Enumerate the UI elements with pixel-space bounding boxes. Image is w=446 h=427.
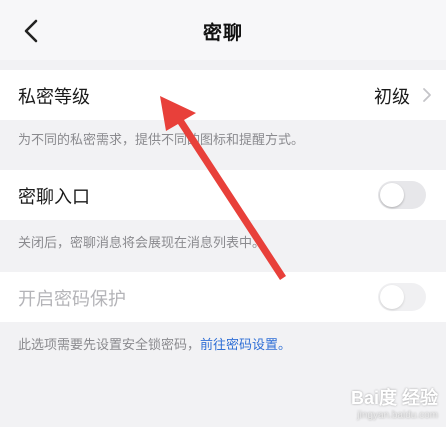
top-bar: 密聊 <box>0 0 446 60</box>
password-protection-toggle[interactable] <box>378 283 426 311</box>
privacy-level-label: 私密等级 <box>18 87 90 108</box>
entry-label: 密聊入口 <box>18 187 90 208</box>
toggle-knob <box>380 183 404 207</box>
chevron-right-icon <box>423 88 431 102</box>
toggle-knob <box>380 285 404 309</box>
entry-row: 密聊入口 <box>0 170 446 220</box>
entry-toggle[interactable] <box>378 181 426 209</box>
page-title: 密聊 <box>202 22 243 44</box>
watermark-url: jingyan.baidu.com <box>357 410 438 421</box>
watermark-brand: Bai度 经验 <box>350 388 438 408</box>
password-settings-link[interactable]: 前往密码设置。 <box>200 338 291 353</box>
password-protection-row: 开启密码保护 <box>0 272 446 322</box>
password-note-text: 此选项需要先设置安全锁密码， <box>18 338 201 353</box>
password-note: 此选项需要先设置安全锁密码，前往密码设置。 <box>18 334 291 353</box>
privacy-level-note: 为不同的私密需求，提供不同的图标和提醒方式。 <box>18 133 305 148</box>
privacy-level-value: 初级 <box>374 87 410 108</box>
entry-note: 关闭后，密聊消息将会展现在消息列表中。 <box>18 236 266 251</box>
privacy-level-row[interactable]: 私密等级 初级 <box>0 70 446 120</box>
password-protection-label: 开启密码保护 <box>18 289 126 310</box>
watermark: Bai度 经验 jingyan.baidu.com <box>351 384 438 421</box>
